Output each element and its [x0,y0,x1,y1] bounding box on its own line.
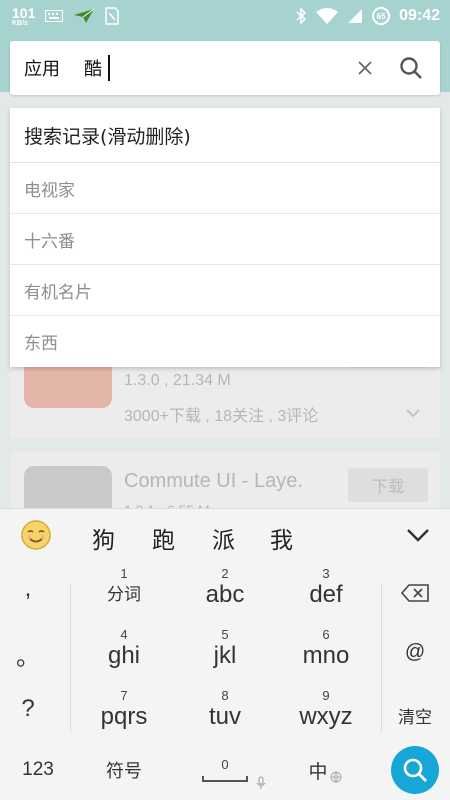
app-meta: 1.3.0 , 21.34 M [124,372,231,389]
question-key[interactable]: ? [0,695,56,723]
comma-key[interactable]: , [0,575,56,603]
t9-key-2[interactable]: 2 abc [175,567,275,623]
search-history-dropdown: 搜索记录(滑动删除) 电视家 十六番 有机名片 东西 [10,108,440,367]
divider [70,583,71,731]
t9-key-1[interactable]: 1 分词 [74,567,174,623]
clear-key[interactable]: 清空 [380,703,450,728]
t9-key-5[interactable]: 5 jkl [175,628,275,684]
microphone-icon [256,776,266,789]
space-bar-glyph [202,776,248,782]
candidate-bar: 狗 跑 派 我 [0,509,450,561]
status-bar: 101 KB/s 65 09:42 [0,0,450,32]
backspace-icon[interactable] [380,583,450,609]
wifi-icon [316,8,339,24]
search-scope-label[interactable]: 应用 [24,55,60,81]
battery-icon: 65 [372,7,391,25]
search-icon [403,758,427,782]
keyboard-icon [45,10,64,22]
t9-key-4[interactable]: 4 ghi [74,628,174,684]
network-speed: 101 KB/s [12,4,36,27]
download-button[interactable]: 下载 [348,468,428,502]
app-title: Commute UI - Laye. [124,470,303,492]
at-key[interactable]: @ [380,641,450,664]
t9-key-8[interactable]: 8 tuv [175,689,275,745]
candidate-word[interactable]: 狗 [92,521,115,555]
chevron-down-icon[interactable] [406,408,420,418]
history-item[interactable]: 十六番 [10,214,440,265]
numbers-key[interactable]: 123 [6,748,70,792]
candidate-word[interactable]: 跑 [152,521,175,555]
sim-icon [105,7,120,25]
t9-key-7[interactable]: 7 pqrs [74,689,174,745]
text-cursor [108,55,110,81]
search-history-header: 搜索记录(滑动删除) [10,108,440,163]
close-icon[interactable] [350,53,380,83]
clock: 09:42 [399,7,440,24]
emoji-icon[interactable] [20,519,52,551]
symbols-key[interactable]: 符号 [80,748,168,792]
t9-key-9[interactable]: 9 wxyz [276,689,376,745]
globe-icon [330,771,341,783]
search-input[interactable]: 酷 [84,55,102,81]
search-bar[interactable]: 应用 酷 [10,41,440,95]
candidate-word[interactable]: 派 [212,521,235,555]
history-item[interactable]: 有机名片 [10,265,440,316]
search-icon[interactable] [395,52,427,84]
candidate-word[interactable]: 我 [270,521,293,555]
t9-key-6[interactable]: 6 mno [276,628,376,684]
period-key[interactable]: 。 [0,637,56,672]
bluetooth-icon [296,7,307,25]
chevron-down-icon[interactable] [404,523,432,547]
history-item[interactable]: 东西 [10,316,440,367]
app-stats: 3000+下载 , 18关注 , 3评论 [124,408,319,425]
history-item[interactable]: 电视家 [10,163,440,214]
signal-icon [348,9,363,23]
t9-key-3[interactable]: 3 def [276,567,376,623]
paper-plane-icon [74,8,95,23]
language-key[interactable]: 中 [290,748,360,792]
keyboard-search-button[interactable] [391,746,439,794]
